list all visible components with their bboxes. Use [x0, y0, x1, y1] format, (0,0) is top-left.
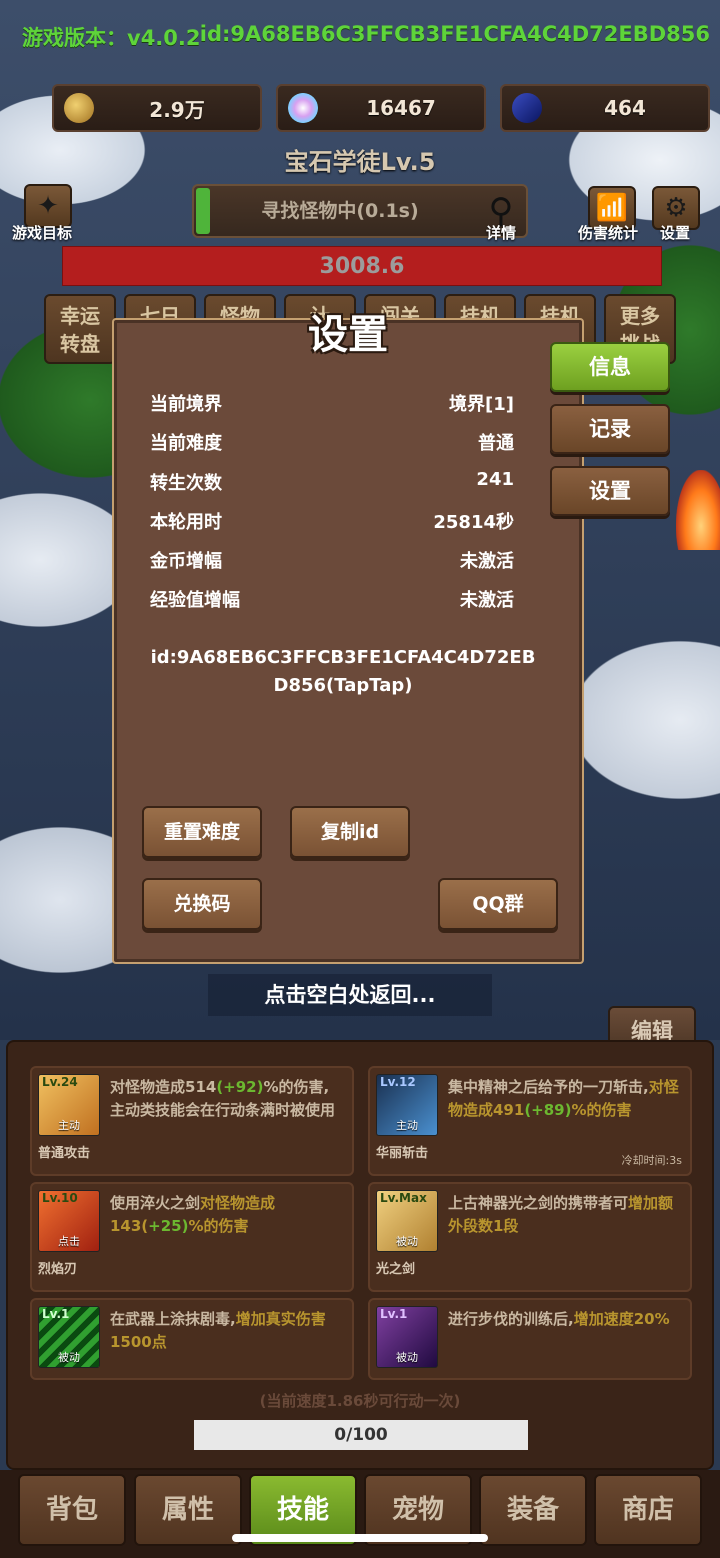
action-progress-bar: 0/100	[194, 1420, 528, 1450]
skill-card[interactable]: Lv.Max 被动 光之剑 上古神器光之剑的携带者可增加额外段数1段	[368, 1182, 692, 1292]
modal-title: 设置	[308, 312, 388, 358]
info-key: 经验值增幅	[150, 590, 240, 611]
info-value: 25814秒	[433, 512, 514, 533]
redeem-code-button[interactable]: 兑换码	[142, 878, 262, 930]
game-id: id:9A68EB6C3FFCB3FE1CFA4C4D72EBD856	[199, 22, 710, 46]
gear-icon: ⚙	[664, 193, 688, 223]
skill-name: 普通攻击	[38, 1146, 91, 1161]
info-value: 241	[476, 469, 514, 490]
info-value: 未激活	[460, 590, 514, 611]
goal-label: 游戏目标	[12, 224, 73, 242]
flame-blade-icon: Lv.10 点击	[38, 1190, 100, 1252]
info-key: 本轮用时	[150, 512, 222, 533]
skill-level: Lv.1	[380, 1307, 408, 1321]
reset-difficulty-button[interactable]: 重置难度	[142, 806, 262, 858]
info-key: 转生次数	[150, 473, 222, 494]
skill-type: 被动	[58, 1351, 80, 1364]
feature-lucky-wheel[interactable]: 幸运 转盘	[44, 294, 116, 364]
crystal-icon	[288, 93, 318, 123]
home-indicator[interactable]	[232, 1534, 488, 1542]
skill-name: 光之剑	[376, 1262, 416, 1277]
game-version: 游戏版本：v4.0.2	[22, 26, 201, 50]
bottom-nav: 背包 属性 技能 宠物 装备 商店	[0, 1470, 720, 1558]
skill-desc: 进行步伐的训练后,增加速度20%	[448, 1310, 670, 1328]
tab-settings[interactable]: 设置	[550, 466, 670, 516]
skill-level: Lv.Max	[380, 1191, 427, 1205]
poison-icon: Lv.1 被动	[38, 1306, 100, 1368]
tab-info[interactable]: 信息	[550, 342, 670, 392]
nav-attributes[interactable]: 属性	[134, 1474, 242, 1546]
skill-card[interactable]: Lv.12 主动 华丽斩击 集中精神之后给予的一刀斩击,对怪物造成491(+89…	[368, 1066, 692, 1176]
skill-card[interactable]: Lv.10 点击 烈焰刃 使用淬火之剑对怪物造成143(+25)%的伤害	[30, 1182, 354, 1292]
skill-level: Lv.1	[42, 1307, 70, 1321]
info-value: 境界[1]	[449, 394, 514, 415]
skill-desc: 使用淬火之剑对怪物造成143(+25)%的伤害	[110, 1194, 276, 1235]
search-status: 寻找怪物中(0.1s)	[261, 200, 419, 222]
info-key: 当前难度	[150, 433, 222, 454]
slash-icon: Lv.12 主动	[376, 1074, 438, 1136]
top-info-line: 游戏版本：v4.0.2 id:9A68EB6C3FFCB3FE1CFA4C4D7…	[22, 22, 710, 50]
coin-value: 2.9万	[149, 97, 205, 122]
nav-bag[interactable]: 背包	[18, 1474, 126, 1546]
skill-desc: 集中精神之后给予的一刀斩击,对怪物造成491(+89)%的伤害	[448, 1078, 679, 1119]
skill-type: 主动	[396, 1119, 418, 1132]
info-key: 金币增幅	[150, 551, 222, 572]
chart-icon: 📶	[595, 193, 629, 223]
footwork-icon: Lv.1 被动	[376, 1306, 438, 1368]
nav-shop[interactable]: 商店	[594, 1474, 702, 1546]
monster-hp-bar: 3008.6	[62, 246, 662, 286]
info-row-rebirths: 转生次数 241	[150, 469, 514, 499]
fist-icon: Lv.24 主动	[38, 1074, 100, 1136]
light-sword-icon: Lv.Max 被动	[376, 1190, 438, 1252]
skill-level: Lv.24	[42, 1075, 78, 1089]
damage-stats-label: 伤害统计	[578, 224, 639, 242]
info-value: 普通	[478, 433, 514, 454]
skill-card[interactable]: Lv.24 主动 普通攻击 对怪物造成514(+92)%的伤害,主动类技能会在行…	[30, 1066, 354, 1176]
skill-card[interactable]: Lv.1 被动 在武器上涂抹剧毒,增加真实伤害1500点	[30, 1298, 354, 1380]
player-id-text: id:9A68EB6C3FFCB3FE1CFA4C4D72EBD856(TapT…	[150, 647, 536, 696]
settings-modal: 设置 当前境界 境界[1] 当前难度 普通 转生次数 241 本轮用时 2581…	[112, 312, 584, 964]
star-icon: ✦	[37, 191, 59, 221]
skill-type: 被动	[396, 1235, 418, 1248]
info-row-gold-boost: 金币增幅 未激活	[150, 547, 514, 577]
coin-icon	[64, 93, 94, 123]
settings-label: 设置	[660, 224, 691, 242]
info-key: 当前境界	[150, 394, 222, 415]
skill-cooldown: 冷却时间:3s	[621, 1154, 682, 1167]
crystal-value: 16467	[366, 96, 436, 120]
skill-level: Lv.10	[42, 1191, 78, 1205]
skill-desc: 上古神器光之剑的携带者可增加额外段数1段	[448, 1194, 674, 1235]
skill-type: 被动	[396, 1351, 418, 1364]
crystal-counter: 16467	[276, 84, 486, 132]
skill-name: 华丽斩击	[376, 1146, 429, 1161]
action-speed-text: (当前速度1.86秒可行动一次)	[259, 1392, 461, 1410]
skill-card[interactable]: Lv.1 被动 进行步伐的训练后,增加速度20%	[368, 1298, 692, 1380]
detail-label: 详情	[486, 224, 517, 242]
tap-to-return-hint[interactable]: 点击空白处返回...	[208, 974, 492, 1016]
skill-desc: 对怪物造成514(+92)%的伤害,主动类技能会在行动条满时被使用	[110, 1078, 336, 1119]
qq-group-button[interactable]: QQ群	[438, 878, 558, 930]
tab-records[interactable]: 记录	[550, 404, 670, 454]
info-row-time: 本轮用时 25814秒	[150, 508, 514, 538]
player-level: 宝石学徒Lv.5	[284, 148, 436, 176]
card-value: 464	[604, 96, 646, 120]
info-value: 未激活	[460, 551, 514, 572]
copy-id-button[interactable]: 复制id	[290, 806, 410, 858]
card-counter: 464	[500, 84, 710, 132]
skill-level: Lv.12	[380, 1075, 416, 1089]
info-row-exp-boost: 经验值增幅 未激活	[150, 586, 514, 616]
info-row-difficulty: 当前难度 普通	[150, 429, 514, 459]
skill-name: 烈焰刃	[38, 1262, 78, 1277]
coin-counter: 2.9万	[52, 84, 262, 132]
skill-desc: 在武器上涂抹剧毒,增加真实伤害1500点	[110, 1310, 326, 1351]
torch-flame	[676, 470, 720, 550]
info-row-realm: 当前境界 境界[1]	[150, 390, 514, 420]
skill-type: 点击	[58, 1235, 80, 1248]
card-icon	[512, 93, 542, 123]
nav-equipment[interactable]: 装备	[479, 1474, 587, 1546]
skill-type: 主动	[58, 1119, 80, 1132]
